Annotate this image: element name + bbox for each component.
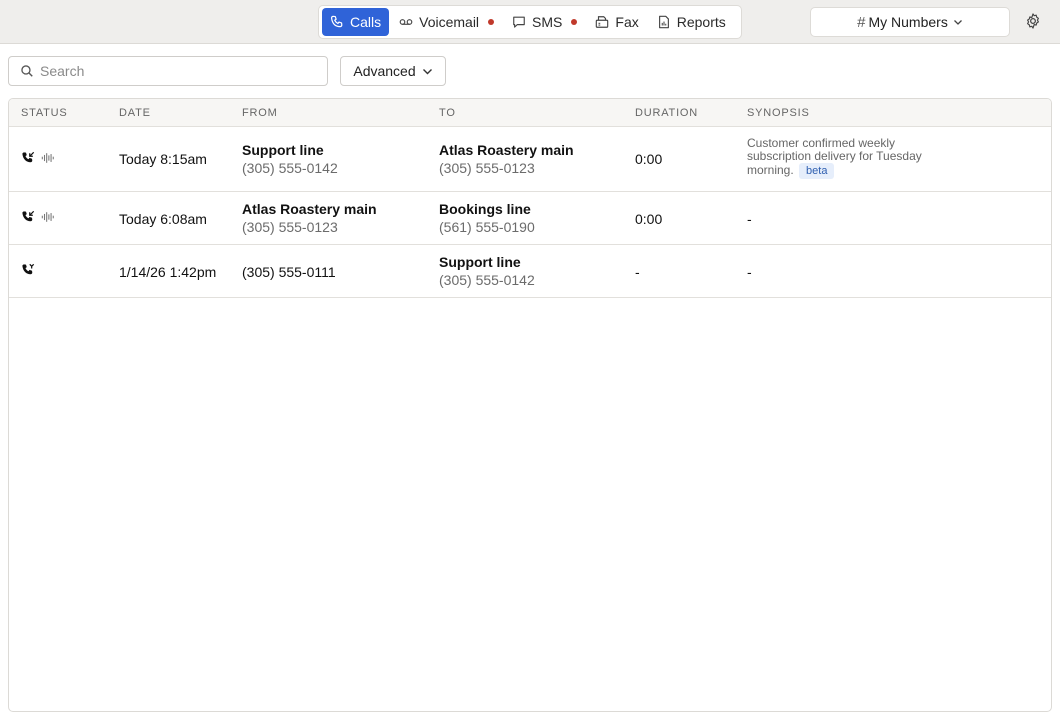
column-header-from: FROM <box>242 107 278 119</box>
tab-reports[interactable]: Reports <box>649 8 734 36</box>
search-icon <box>21 65 33 77</box>
to-number: (561) 555-0190 <box>439 219 535 235</box>
tab-fax[interactable]: Fax <box>587 8 646 36</box>
chevron-down-icon <box>953 20 962 25</box>
hash-icon: # <box>857 13 866 31</box>
synopsis-text: - <box>747 211 752 227</box>
sms-notification-dot <box>571 19 578 25</box>
from-number: (305) 555-0142 <box>242 160 338 176</box>
table-row[interactable]: 1/14/26 1:42pm (305) 555-0111 Support li… <box>9 245 1051 298</box>
audio-waveform-icon <box>41 212 54 222</box>
calls-table: STATUS DATE FROM TO DURATION SYNOPSIS To… <box>8 98 1052 712</box>
call-duration: 0:00 <box>635 151 663 167</box>
to-number: (305) 555-0123 <box>439 160 535 176</box>
to-cell: Atlas Roastery main (305) 555-0123 <box>439 142 574 177</box>
status-cell <box>21 151 55 165</box>
tab-sms[interactable]: SMS <box>504 8 585 36</box>
from-cell: Support line (305) 555-0142 <box>242 142 338 177</box>
table-row[interactable]: Today 6:08am Atlas Roastery main (305) 5… <box>9 192 1051 245</box>
my-numbers-dropdown[interactable]: # My Numbers <box>810 7 1010 37</box>
my-numbers-label: My Numbers <box>868 14 948 30</box>
from-name: Support line <box>242 142 324 158</box>
from-number: (305) 555-0111 <box>242 264 336 280</box>
report-icon <box>658 15 669 29</box>
table-row[interactable]: Today 8:15am Support line (305) 555-0142… <box>9 127 1051 192</box>
voicemail-icon <box>399 19 413 25</box>
table-header: STATUS DATE FROM TO DURATION SYNOPSIS <box>9 99 1051 127</box>
advanced-filter-button[interactable]: Advanced <box>340 56 446 86</box>
synopsis-cell: Customer confirmed weekly subscription d… <box>747 137 947 179</box>
to-cell: Bookings line (561) 555-0190 <box>439 201 535 236</box>
to-name: Bookings line <box>439 201 531 217</box>
main-tabs: Calls Voicemail SMS Fax Reports <box>318 5 742 39</box>
status-cell <box>21 210 55 224</box>
synopsis-text: Customer confirmed weekly subscription d… <box>747 136 922 177</box>
advanced-label: Advanced <box>353 63 416 79</box>
column-header-status: STATUS <box>21 107 68 119</box>
call-duration: - <box>635 264 640 280</box>
incoming-call-icon <box>22 210 35 222</box>
voicemail-notification-dot <box>488 19 495 25</box>
search-box <box>8 56 328 86</box>
missed-call-icon <box>22 263 35 275</box>
top-bar: Calls Voicemail SMS Fax Reports # My Num… <box>0 0 1060 44</box>
from-cell: Atlas Roastery main (305) 555-0123 <box>242 201 377 236</box>
message-icon <box>513 16 525 28</box>
synopsis-text: - <box>747 264 752 280</box>
tab-calls[interactable]: Calls <box>322 8 390 36</box>
column-header-duration: DURATION <box>635 107 699 119</box>
column-header-date: DATE <box>119 107 151 119</box>
tab-calls-label: Calls <box>350 14 382 30</box>
status-cell <box>21 263 35 277</box>
phone-icon <box>330 15 343 28</box>
tab-sms-label: SMS <box>532 14 563 30</box>
column-header-synopsis: SYNOPSIS <box>747 107 810 119</box>
tab-fax-label: Fax <box>615 14 639 30</box>
search-input[interactable] <box>40 63 310 79</box>
incoming-call-icon <box>22 151 35 163</box>
to-cell: Support line (305) 555-0142 <box>439 254 535 289</box>
call-duration: 0:00 <box>635 211 663 227</box>
call-date: 1/14/26 1:42pm <box>119 264 217 280</box>
to-number: (305) 555-0142 <box>439 272 535 288</box>
call-date: Today 6:08am <box>119 211 207 227</box>
tab-reports-label: Reports <box>676 14 726 30</box>
from-name: Atlas Roastery main <box>242 201 377 217</box>
call-date: Today 8:15am <box>119 151 207 167</box>
column-header-to: TO <box>439 107 456 119</box>
from-number: (305) 555-0123 <box>242 219 338 235</box>
fax-icon <box>596 16 609 28</box>
to-name: Support line <box>439 254 521 270</box>
tab-voicemail-label: Voicemail <box>419 14 480 30</box>
audio-waveform-icon <box>41 153 54 163</box>
to-name: Atlas Roastery main <box>439 142 574 158</box>
chevron-down-icon <box>422 68 432 74</box>
tab-voicemail[interactable]: Voicemail <box>391 8 502 36</box>
beta-badge: beta <box>799 163 835 179</box>
gear-icon[interactable] <box>1024 12 1042 30</box>
